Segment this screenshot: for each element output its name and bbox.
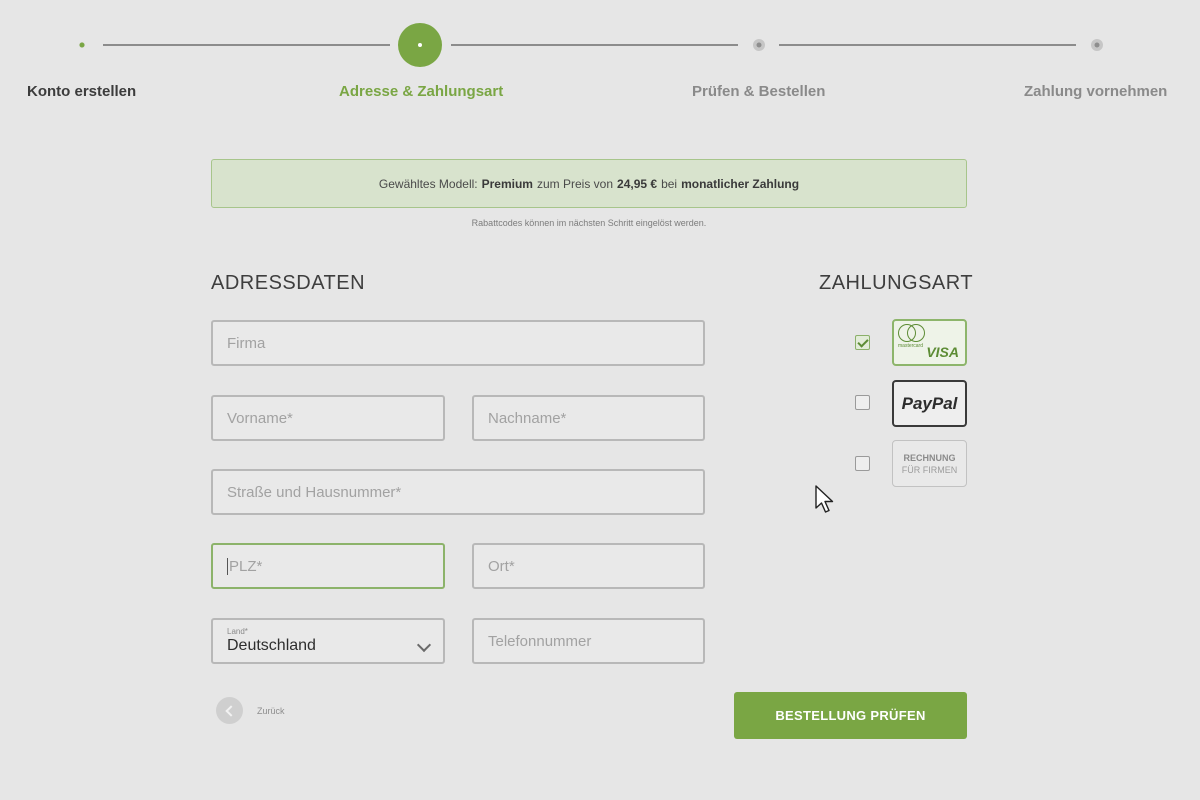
text-caret <box>227 557 228 575</box>
zip-placeholder: PLZ* <box>229 557 263 575</box>
banner-price: 24,95 € <box>617 176 658 191</box>
banner-billing: monatlicher Zahlung <box>681 176 800 191</box>
invoice-label-line1: RECHNUNG <box>903 452 956 463</box>
selected-plan-banner: Gewähltes Modell: Premium zum Preis von … <box>211 159 967 208</box>
banner-suffix: bei <box>661 176 678 191</box>
step-dot-2 <box>398 23 442 67</box>
step-label-review: Prüfen & Bestellen <box>692 83 826 100</box>
stepper-line <box>451 44 738 46</box>
phone-placeholder: Telefonnummer <box>488 632 592 650</box>
invoice-option[interactable]: RECHNUNG FÜR FIRMEN <box>892 440 967 487</box>
card-option[interactable]: mastercard VISA <box>892 319 967 366</box>
lastname-placeholder: Nachname* <box>488 409 567 427</box>
back-label: Zurück <box>257 705 285 716</box>
phone-field[interactable]: Telefonnummer <box>472 618 705 664</box>
mastercard-icon <box>898 324 928 344</box>
banner-prefix: Gewähltes Modell: <box>378 176 478 191</box>
street-placeholder: Straße und Hausnummer* <box>227 483 402 501</box>
stepper-line <box>103 44 390 46</box>
step-dot-4 <box>1091 39 1103 51</box>
city-field[interactable]: Ort* <box>472 543 705 589</box>
invoice-checkbox[interactable] <box>855 456 870 471</box>
lastname-field[interactable]: Nachname* <box>472 395 705 441</box>
zip-field[interactable]: PLZ* <box>211 543 445 589</box>
city-placeholder: Ort* <box>488 557 515 575</box>
banner-model: Premium <box>481 176 533 191</box>
payment-title: ZAHLUNGSART <box>819 272 974 294</box>
country-value: Deutschland <box>227 636 316 654</box>
stepper-line <box>779 44 1076 46</box>
review-order-button[interactable]: BESTELLUNG PRÜFEN <box>734 692 967 739</box>
banner-mid: zum Preis von <box>536 176 614 191</box>
mastercard-label: mastercard <box>898 343 924 349</box>
step-label-account[interactable]: Konto erstellen <box>27 83 136 100</box>
firstname-placeholder: Vorname* <box>227 409 293 427</box>
discount-note: Rabattcodes können im nächsten Schritt e… <box>471 218 707 228</box>
chevron-down-icon <box>416 637 432 653</box>
step-label-address-payment: Adresse & Zahlungsart <box>339 83 504 100</box>
country-select[interactable]: Land* Deutschland <box>211 618 445 664</box>
checkout-stepper: Konto erstellen Adresse & Zahlungsart Pr… <box>0 0 1200 110</box>
address-title: ADRESSDATEN <box>211 272 366 294</box>
mouse-cursor-icon <box>815 485 834 513</box>
country-label: Land* <box>227 626 248 636</box>
visa-icon: VISA <box>926 344 959 360</box>
step-label-payment: Zahlung vornehmen <box>1024 83 1168 100</box>
paypal-checkbox[interactable] <box>855 395 870 410</box>
invoice-label-line2: FÜR FIRMEN <box>901 464 958 475</box>
company-placeholder: Firma <box>227 334 266 352</box>
back-button[interactable]: Zurück <box>216 697 285 724</box>
street-field[interactable]: Straße und Hausnummer* <box>211 469 705 515</box>
chevron-left-icon <box>216 697 243 724</box>
firstname-field[interactable]: Vorname* <box>211 395 445 441</box>
card-checkbox[interactable] <box>855 335 870 350</box>
step-dot-1 <box>76 39 88 51</box>
company-field[interactable]: Firma <box>211 320 705 366</box>
paypal-option[interactable]: PayPal <box>892 380 967 427</box>
step-dot-3 <box>753 39 765 51</box>
paypal-logo: PayPal <box>901 393 958 413</box>
